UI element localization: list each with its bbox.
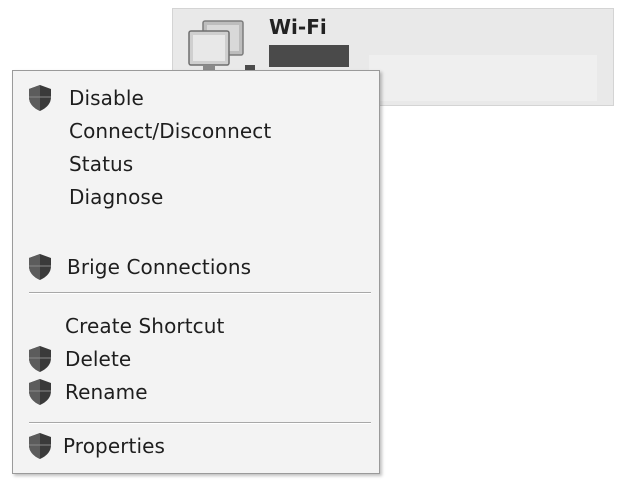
menu-item-label: Brige Connections <box>67 255 252 279</box>
adapter-name: Wi-Fi <box>269 15 327 39</box>
menu-item-label: Delete <box>65 347 132 371</box>
menu-item-rename[interactable]: Rename <box>13 377 379 407</box>
menu-item-label: Properties <box>63 434 166 458</box>
menu-item-label: Rename <box>65 380 148 404</box>
uac-shield-icon <box>27 253 53 281</box>
uac-shield-icon <box>27 432 53 460</box>
uac-shield-icon <box>27 378 53 406</box>
menu-item-properties[interactable]: Properties <box>13 431 379 461</box>
menu-item-bridge-connections[interactable]: Brige Connections <box>13 252 379 282</box>
menu-item-label: Create Shortcut <box>65 314 225 338</box>
context-menu: Disable Connect/Disconnect Status Diagno… <box>12 70 380 474</box>
menu-item-status[interactable]: Status <box>13 149 379 179</box>
menu-separator <box>29 292 371 294</box>
menu-item-label: Status <box>69 152 134 176</box>
uac-shield-icon <box>27 84 53 112</box>
menu-item-label: Disable <box>69 86 144 110</box>
menu-item-delete[interactable]: Delete <box>13 344 379 374</box>
adapter-details-area <box>369 55 597 101</box>
menu-item-diagnose[interactable]: Diagnose <box>13 182 379 212</box>
menu-item-connect-disconnect[interactable]: Connect/Disconnect <box>13 116 379 146</box>
menu-item-label: Diagnose <box>69 185 164 209</box>
uac-shield-icon <box>27 345 53 373</box>
menu-item-label: Connect/Disconnect <box>69 119 272 143</box>
adapter-status-redacted <box>269 45 349 67</box>
menu-item-disable[interactable]: Disable <box>13 83 379 113</box>
menu-item-create-shortcut[interactable]: Create Shortcut <box>13 311 379 341</box>
menu-separator <box>29 422 371 424</box>
network-connections-window: Wi-Fi Disable Connect/Disconnect Status <box>0 0 635 480</box>
